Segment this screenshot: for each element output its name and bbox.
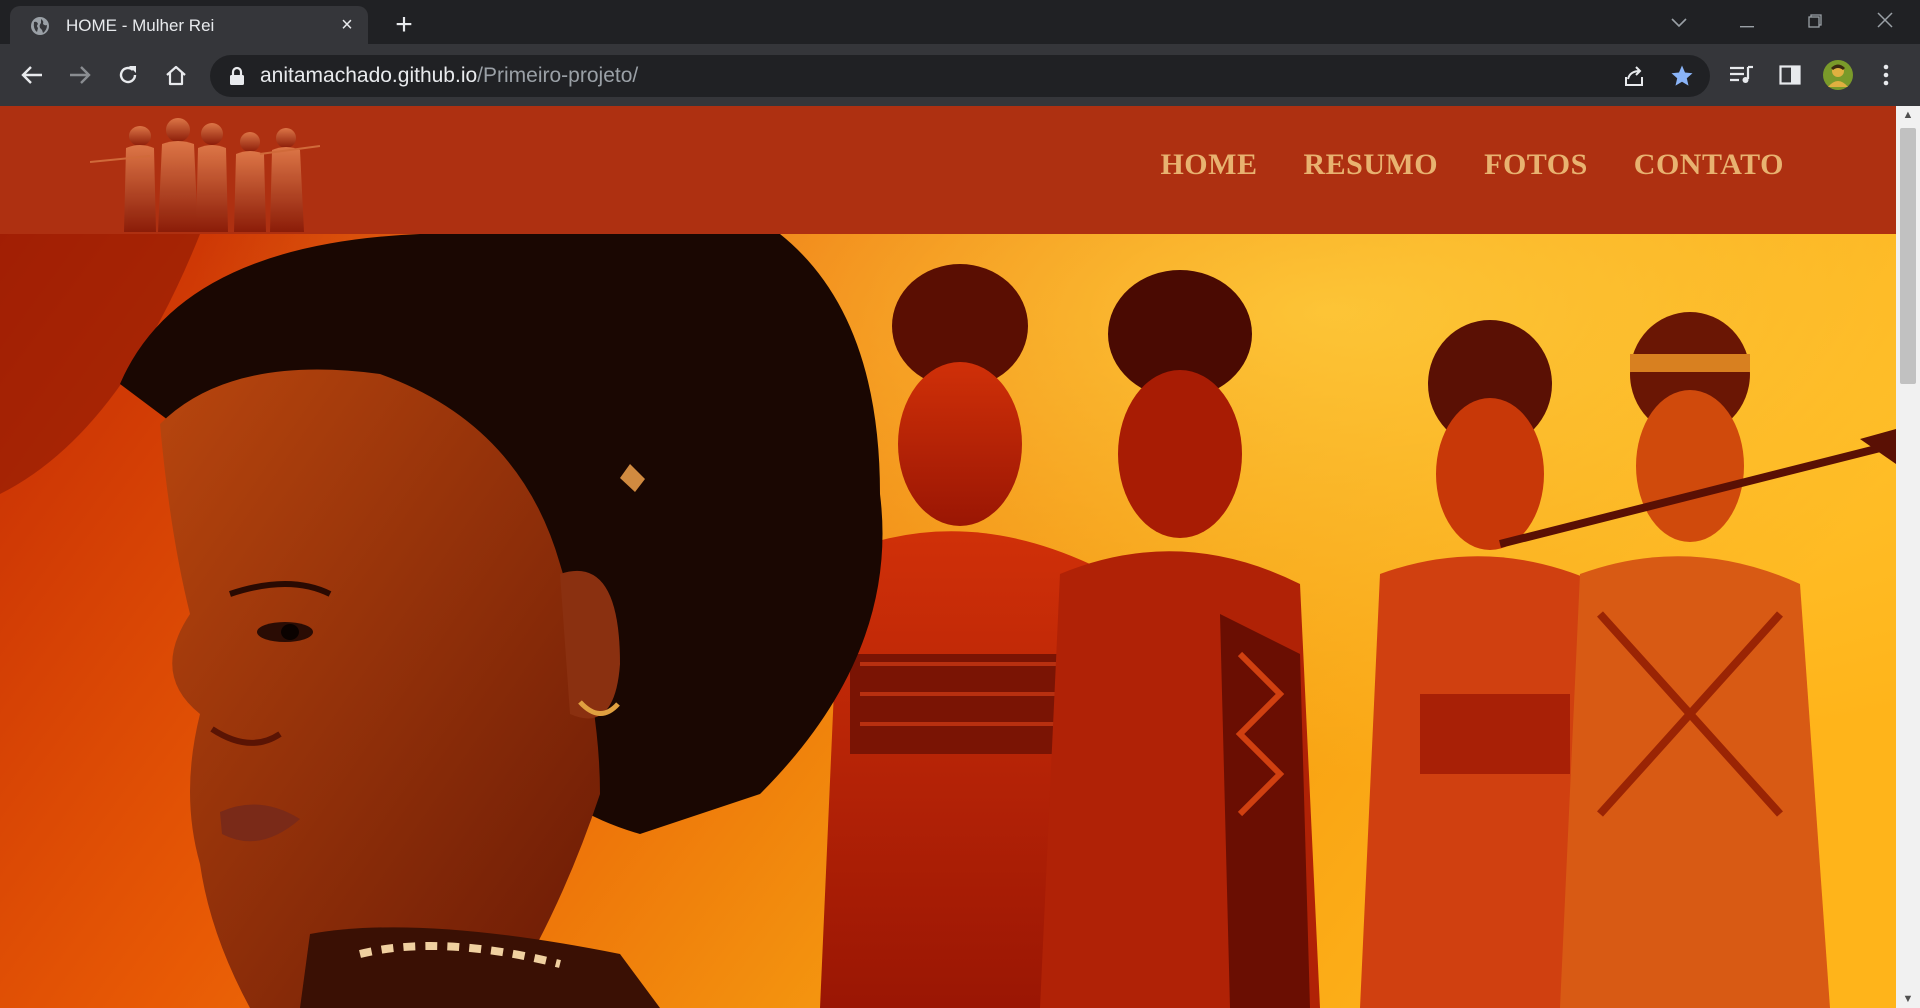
browser-tab[interactable]: HOME - Mulher Rei × — [10, 6, 368, 44]
menu-kebab-icon[interactable] — [1870, 59, 1902, 91]
close-tab-icon[interactable]: × — [336, 14, 358, 36]
restore-icon[interactable] — [1800, 10, 1830, 36]
address-bar[interactable]: anitamachado.github.io/Primeiro-projeto/ — [210, 55, 1710, 97]
browser-toolbar: anitamachado.github.io/Primeiro-projeto/ — [0, 44, 1920, 106]
nav-resumo[interactable]: RESUMO — [1303, 148, 1438, 182]
nav-contato[interactable]: CONTATO — [1634, 148, 1784, 182]
media-control-icon[interactable] — [1726, 59, 1758, 91]
hero-image — [0, 234, 1896, 1008]
reload-icon[interactable] — [112, 59, 144, 91]
tab-search-icon[interactable] — [1664, 10, 1694, 36]
tab-strip: HOME - Mulher Rei × + — [0, 0, 1920, 44]
main-nav: HOME RESUMO FOTOS CONTATO — [1160, 148, 1784, 182]
lock-icon[interactable] — [228, 66, 246, 86]
back-icon[interactable] — [16, 59, 48, 91]
globe-icon — [31, 17, 49, 35]
url-path: /Primeiro-projeto/ — [477, 64, 639, 87]
nav-fotos[interactable]: FOTOS — [1484, 148, 1588, 182]
scroll-thumb[interactable] — [1900, 128, 1916, 384]
profile-avatar[interactable] — [1822, 59, 1854, 91]
close-window-icon[interactable] — [1870, 10, 1900, 36]
site-logo[interactable] — [90, 116, 320, 232]
minimize-icon[interactable] — [1732, 10, 1762, 36]
scroll-up-arrow-icon[interactable]: ▲ — [1896, 106, 1920, 124]
url-text[interactable]: anitamachado.github.io/Primeiro-projeto/ — [260, 64, 638, 88]
side-panel-icon[interactable] — [1774, 59, 1806, 91]
hero-banner — [0, 234, 1896, 1008]
site-header: HOME RESUMO FOTOS CONTATO — [0, 106, 1896, 234]
new-tab-button[interactable]: + — [390, 10, 418, 40]
home-icon[interactable] — [160, 59, 192, 91]
share-icon[interactable] — [1622, 64, 1646, 88]
page-viewport: HOME RESUMO FOTOS CONTATO ▲ ▼ — [0, 106, 1920, 1008]
scroll-down-arrow-icon[interactable]: ▼ — [1896, 990, 1920, 1008]
forward-icon[interactable] — [64, 59, 96, 91]
nav-home[interactable]: HOME — [1160, 148, 1257, 182]
tab-title: HOME - Mulher Rei — [66, 16, 215, 35]
url-host: anitamachado.github.io — [260, 64, 478, 87]
bookmark-star-icon[interactable] — [1670, 64, 1694, 88]
page-scrollbar[interactable]: ▲ ▼ — [1896, 106, 1920, 1008]
